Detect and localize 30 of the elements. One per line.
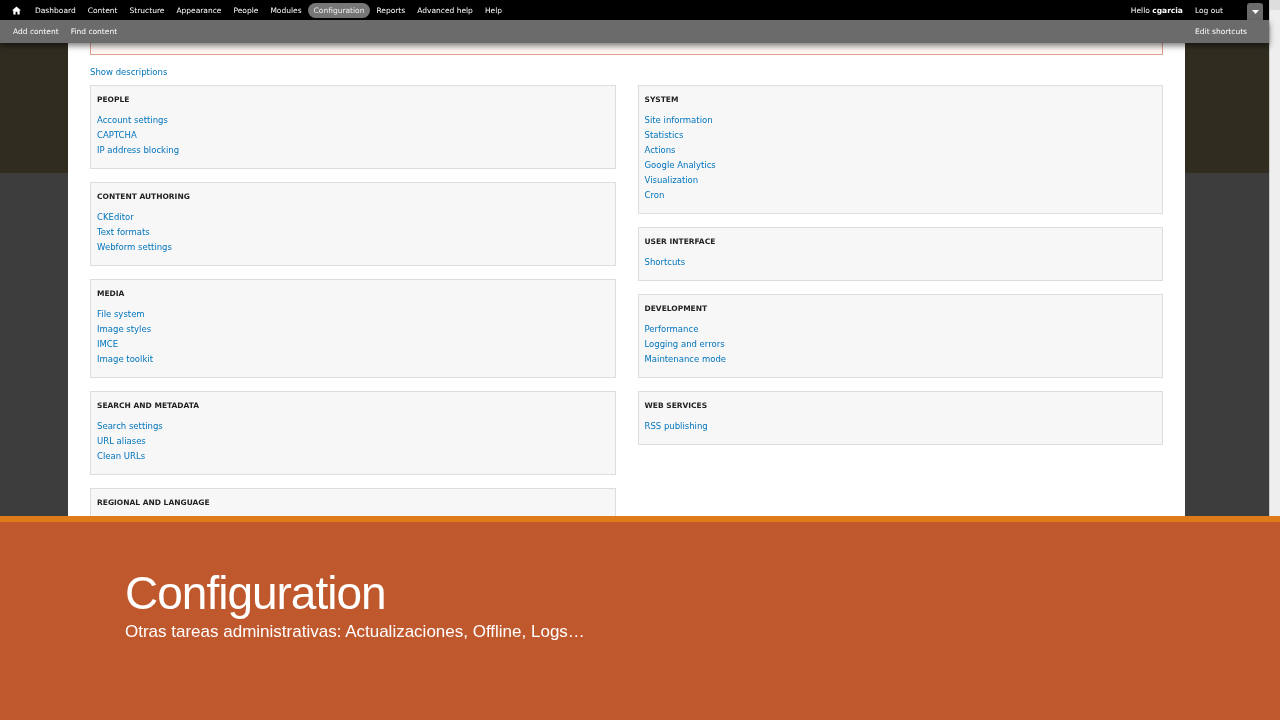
slide-title: Configuration <box>125 566 387 620</box>
home-icon[interactable] <box>12 5 21 15</box>
settings-link[interactable]: Actions <box>644 143 676 158</box>
shortcuts-toggle-button[interactable] <box>1247 3 1263 21</box>
settings-link[interactable]: Performance <box>644 322 699 337</box>
settings-link[interactable]: Clean URLs <box>97 449 146 464</box>
settings-link[interactable]: Search settings <box>97 419 163 434</box>
settings-link[interactable]: Image toolkit <box>97 352 154 367</box>
settings-link[interactable]: Image styles <box>97 322 152 337</box>
settings-link[interactable]: Shortcuts <box>644 255 686 270</box>
settings-link[interactable]: Site information <box>644 113 713 128</box>
settings-link[interactable]: Cron <box>644 188 665 203</box>
settings-link[interactable]: Visualization <box>644 173 699 188</box>
settings-link[interactable]: Google Analytics <box>644 158 716 173</box>
settings-link[interactable]: IP address blocking <box>97 143 180 158</box>
settings-link[interactable]: File system <box>97 307 145 322</box>
settings-link[interactable]: Logging and errors <box>644 337 725 352</box>
settings-link[interactable]: Webform settings <box>97 240 172 255</box>
settings-link[interactable]: URL aliases <box>97 434 146 449</box>
settings-link[interactable]: CAPTCHA <box>97 128 137 143</box>
settings-link[interactable]: CKEditor <box>97 210 134 225</box>
settings-link[interactable]: Maintenance mode <box>644 352 727 367</box>
caret-icon <box>1251 10 1259 14</box>
settings-link[interactable]: IMCE <box>97 337 119 352</box>
settings-link[interactable]: RSS publishing <box>644 419 708 434</box>
slide-subtitle: Otras tareas administrativas: Actualizaciones, Offline, Logs… <box>125 622 586 642</box>
show-descriptions-link[interactable]: Show descriptions <box>90 67 1163 79</box>
settings-link[interactable]: Account settings <box>97 113 168 128</box>
settings-link[interactable]: Text formats <box>97 225 150 240</box>
settings-link[interactable]: Statistics <box>644 128 684 143</box>
